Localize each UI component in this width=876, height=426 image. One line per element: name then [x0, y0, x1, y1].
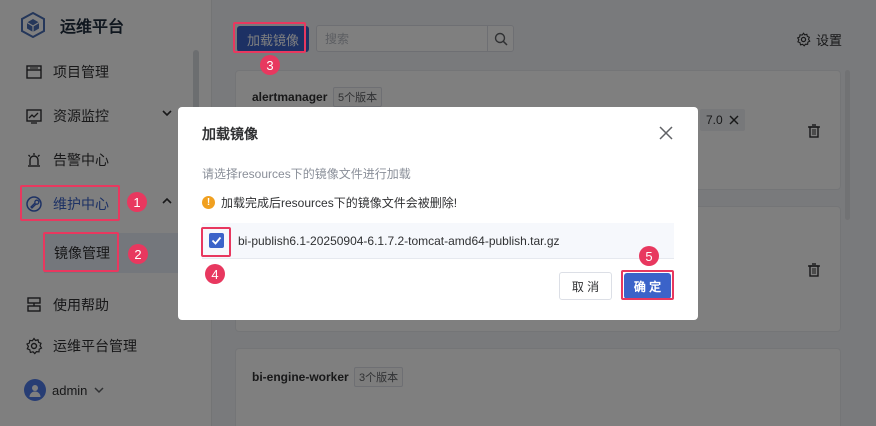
load-image-dialog: 加载镜像 请选择resources下的镜像文件进行加载 ! 加载完成后resou… — [178, 107, 698, 320]
step-marker: 3 — [260, 55, 280, 75]
step-marker: 4 — [205, 264, 225, 284]
warning-text: 加载完成后resources下的镜像文件会被删除! — [221, 196, 458, 210]
file-checkbox[interactable] — [209, 233, 224, 248]
cancel-button[interactable]: 取 消 — [559, 272, 612, 300]
file-name: bi-publish6.1-20250904-6.1.7.2-tomcat-am… — [238, 233, 560, 248]
warning-message: ! 加载完成后resources下的镜像文件会被删除! — [202, 194, 457, 211]
file-row[interactable]: bi-publish6.1-20250904-6.1.7.2-tomcat-am… — [202, 223, 674, 259]
confirm-button[interactable]: 确 定 — [624, 273, 671, 299]
check-icon — [211, 236, 222, 245]
step-marker: 2 — [128, 244, 148, 264]
step-marker: 5 — [639, 246, 659, 266]
dialog-description: 请选择resources下的镜像文件进行加载 — [202, 167, 411, 181]
warning-icon: ! — [202, 196, 215, 209]
step-marker: 1 — [127, 192, 147, 212]
dialog-title: 加载镜像 — [202, 126, 258, 142]
close-icon[interactable] — [658, 125, 674, 141]
